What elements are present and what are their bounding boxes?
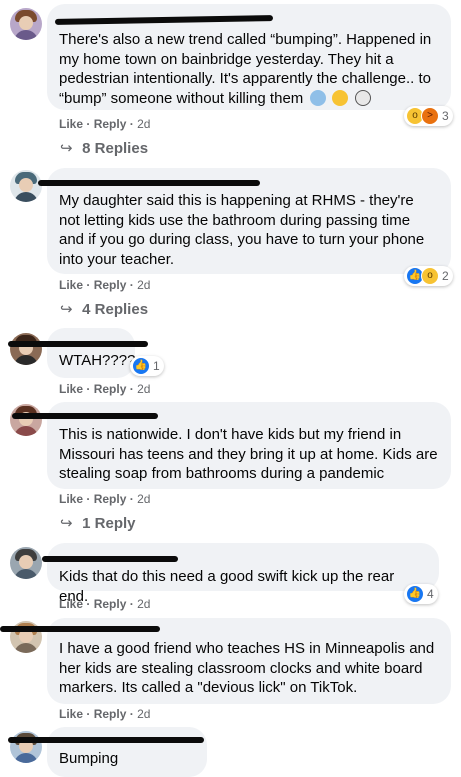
reaction-count: 2 <box>442 269 449 283</box>
reply-button[interactable]: Reply <box>94 278 127 292</box>
reaction-summary[interactable]: o > 3 <box>404 106 453 126</box>
avatar[interactable] <box>10 8 42 40</box>
reaction-summary[interactable]: 👍 4 <box>404 584 438 604</box>
reaction-count: 3 <box>442 109 449 123</box>
avatar[interactable] <box>10 547 42 579</box>
comment-actions: Like · Reply · 2d <box>59 382 151 396</box>
reaction-summary[interactable]: 👍 1 <box>130 356 164 376</box>
reaction-count: 4 <box>427 587 434 601</box>
redacted-name <box>42 556 178 562</box>
wow-icon: o <box>421 267 439 285</box>
comment-bubble: WTAH???? <box>47 328 135 378</box>
like-button[interactable]: Like <box>59 117 83 131</box>
like-button[interactable]: Like <box>59 597 83 611</box>
timestamp[interactable]: 2d <box>137 278 150 292</box>
redacted-name <box>38 180 260 186</box>
comment-actions: Like · Reply · 2d <box>59 597 151 611</box>
timestamp[interactable]: 2d <box>137 597 150 611</box>
reaction-summary[interactable]: 👍 o 2 <box>404 266 453 286</box>
comment-bubble: Kids that do this need a good swift kick… <box>47 543 439 605</box>
reply-arrow-icon: ↪ <box>60 515 73 532</box>
angry-icon: > <box>421 107 439 125</box>
comment-actions: Like · Reply · 2d <box>59 707 151 721</box>
comment-text: My daughter said this is happening at RH… <box>59 192 425 268</box>
comment-text: This is nationwide. I don't have kids bu… <box>59 426 438 482</box>
comment-actions: Like · Reply · 2d <box>59 492 151 506</box>
reply-button[interactable]: Reply <box>94 707 127 721</box>
reply-arrow-icon: ↪ <box>60 301 73 318</box>
reaction-count: 1 <box>153 359 160 373</box>
view-replies-button[interactable]: ↪ 8 Replies <box>60 139 148 157</box>
like-button[interactable]: Like <box>59 278 83 292</box>
timestamp[interactable]: 2d <box>137 382 150 396</box>
comment-text: I have a good friend who teaches HS in M… <box>59 640 435 696</box>
avatar[interactable] <box>10 731 42 763</box>
redacted-name <box>0 626 160 632</box>
comment-actions: Like · Reply · 2d <box>59 117 151 131</box>
reply-button[interactable]: Reply <box>94 382 127 396</box>
like-button[interactable]: Like <box>59 382 83 396</box>
redacted-name <box>8 737 204 743</box>
avatar[interactable] <box>10 333 42 365</box>
view-replies-button[interactable]: ↪ 1 Reply <box>60 514 136 532</box>
avatar[interactable] <box>10 170 42 202</box>
reply-arrow-icon: ↪ <box>60 140 73 157</box>
like-button[interactable]: Like <box>59 492 83 506</box>
like-button[interactable]: Like <box>59 707 83 721</box>
comment-bubble: Bumping <box>47 727 207 777</box>
view-replies-button[interactable]: ↪ 4 Replies <box>60 300 148 318</box>
comment-actions: Like · Reply · 2d <box>59 278 151 292</box>
anxious-face-emoji <box>309 89 326 106</box>
hand-emoji <box>354 89 371 106</box>
timestamp[interactable]: 2d <box>137 117 150 131</box>
like-icon: 👍 <box>132 357 150 375</box>
reply-button[interactable]: Reply <box>94 492 127 506</box>
redacted-name <box>8 341 148 347</box>
hushed-face-emoji <box>332 89 349 106</box>
timestamp[interactable]: 2d <box>137 492 150 506</box>
comment-text: WTAH???? <box>59 352 136 369</box>
comment-text: Bumping <box>59 750 119 767</box>
comment-text: There's also a new trend called “bumping… <box>59 31 432 107</box>
avatar[interactable] <box>10 404 42 436</box>
like-icon: 👍 <box>406 585 424 603</box>
reply-button[interactable]: Reply <box>94 117 127 131</box>
reply-button[interactable]: Reply <box>94 597 127 611</box>
timestamp[interactable]: 2d <box>137 707 150 721</box>
redacted-name <box>12 413 158 419</box>
